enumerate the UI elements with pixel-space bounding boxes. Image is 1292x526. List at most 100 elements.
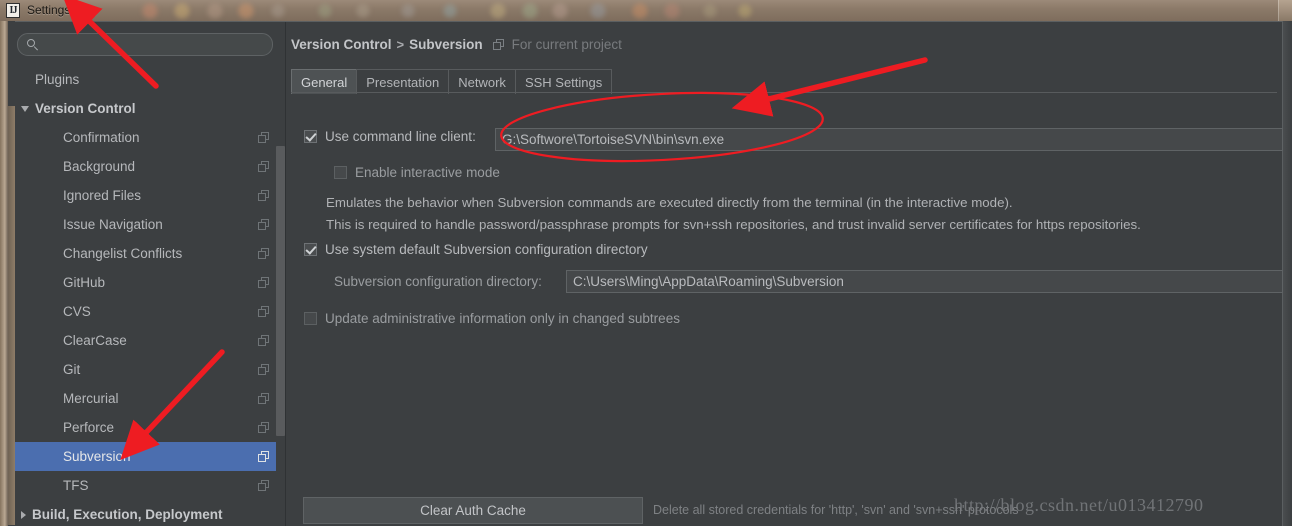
sidebar-item-clearcase[interactable]: ClearCase	[15, 326, 285, 355]
chevron-down-icon[interactable]	[21, 106, 29, 112]
copy-settings-icon[interactable]	[258, 480, 269, 491]
desktop-blur-backdrop	[120, 0, 880, 21]
window-frame-right	[1282, 21, 1292, 526]
interactive-mode-description-line-2: This is required to handle password/pass…	[326, 217, 1141, 232]
breadcrumb-current: Subversion	[409, 37, 483, 52]
copy-settings-icon[interactable]	[258, 219, 269, 230]
sidebar-item-perforce[interactable]: Perforce	[15, 413, 285, 442]
use-command-line-client-checkbox[interactable]	[304, 130, 317, 143]
sidebar-item-git[interactable]: Git	[15, 355, 285, 384]
sidebar-item-issue-navigation[interactable]: Issue Navigation	[15, 210, 285, 239]
sidebar-item-changelist-conflicts[interactable]: Changelist Conflicts	[15, 239, 285, 268]
sidebar-item-subversion[interactable]: Subversion	[15, 442, 285, 471]
copy-settings-icon[interactable]	[258, 132, 269, 143]
sidebar-item-cvs[interactable]: CVS	[15, 297, 285, 326]
clear-auth-cache-button[interactable]: Clear Auth Cache	[303, 497, 643, 524]
config-directory-label: Subversion configuration directory:	[334, 274, 542, 289]
sidebar-item-label: Confirmation	[63, 130, 140, 145]
window-frame-left-upper	[8, 21, 15, 106]
enable-interactive-mode-label: Enable interactive mode	[355, 165, 500, 180]
tab-network[interactable]: Network	[448, 69, 516, 94]
use-system-default-config-label: Use system default Subversion configurat…	[325, 242, 648, 257]
use-system-default-config-checkbox[interactable]	[304, 243, 317, 256]
chevron-right-icon[interactable]	[21, 511, 26, 519]
enable-interactive-mode-checkbox[interactable]	[334, 166, 347, 179]
copy-settings-icon[interactable]	[258, 248, 269, 259]
update-admin-info-row[interactable]: Update administrative information only i…	[304, 311, 680, 326]
tab-presentation[interactable]: Presentation	[356, 69, 449, 94]
breadcrumb-separator: >	[397, 37, 405, 52]
copy-settings-icon[interactable]	[258, 422, 269, 433]
sidebar-item-label: Git	[63, 362, 80, 377]
use-command-line-client-label: Use command line client:	[325, 129, 476, 144]
tab-general[interactable]: General	[291, 69, 357, 94]
tab-label: Network	[458, 75, 506, 90]
sidebar-item-label: Subversion	[63, 449, 131, 464]
sidebar-item-github[interactable]: GitHub	[15, 268, 285, 297]
sidebar-item-mercurial[interactable]: Mercurial	[15, 384, 285, 413]
sidebar-item-label: CVS	[63, 304, 91, 319]
config-directory-input[interactable]: C:\Users\Ming\AppData\Roaming\Subversion	[566, 270, 1283, 293]
window-frame-left-outer	[0, 21, 8, 526]
window-titlebar: IJ Settings	[0, 0, 1292, 21]
sidebar-item-label: Mercurial	[63, 391, 119, 406]
tab-ssh-settings[interactable]: SSH Settings	[515, 69, 612, 94]
copy-settings-icon[interactable]	[258, 451, 269, 462]
intellij-idea-icon: IJ	[6, 3, 20, 18]
settings-window: IJ Settings Plugins Version Control Confir…	[0, 0, 1292, 526]
search-box[interactable]	[17, 33, 273, 56]
copy-settings-icon[interactable]	[258, 190, 269, 201]
copy-settings-icon[interactable]	[258, 161, 269, 172]
sidebar-item-label: Ignored Files	[63, 188, 141, 203]
search-input[interactable]	[44, 37, 264, 53]
sidebar-scrollbar-thumb[interactable]	[276, 146, 285, 436]
settings-content-panel: Version Control > Subversion For current…	[286, 22, 1282, 526]
interactive-mode-description-line-1: Emulates the behavior when Subversion co…	[326, 195, 1013, 210]
sidebar-item-label: Issue Navigation	[63, 217, 163, 232]
watermark-url: http://blog.csdn.net/u013412790	[954, 495, 1204, 516]
breadcrumb: Version Control > Subversion For current…	[291, 37, 622, 52]
titlebar-right-edge	[1278, 0, 1292, 21]
sidebar-item-label: Perforce	[63, 420, 114, 435]
sidebar-item-label: Changelist Conflicts	[63, 246, 182, 261]
sidebar-item-build-execution-deployment[interactable]: Build, Execution, Deployment	[15, 500, 285, 526]
update-admin-info-checkbox[interactable]	[304, 312, 317, 325]
sidebar-item-plugins[interactable]: Plugins	[15, 65, 285, 94]
settings-category-tree: Plugins Version Control Confirmation Backgr…	[15, 65, 285, 526]
breadcrumb-parent[interactable]: Version Control	[291, 37, 392, 52]
window-title: Settings	[27, 3, 70, 17]
tabstrip-underline	[291, 92, 1277, 93]
search-field-wrapper	[17, 33, 273, 56]
sidebar-item-label: Background	[63, 159, 135, 174]
sidebar-item-label: Build, Execution, Deployment	[32, 507, 223, 522]
copy-settings-icon[interactable]	[258, 306, 269, 317]
breadcrumb-scope-label: For current project	[512, 37, 622, 52]
sidebar-item-version-control[interactable]: Version Control	[15, 94, 285, 123]
use-command-line-client-row[interactable]: Use command line client:	[304, 129, 476, 144]
sidebar-item-label: ClearCase	[63, 333, 127, 348]
use-system-default-config-row[interactable]: Use system default Subversion configurat…	[304, 242, 648, 257]
tab-label: SSH Settings	[525, 75, 602, 90]
sidebar-item-background[interactable]: Background	[15, 152, 285, 181]
sidebar-item-label: Plugins	[35, 72, 79, 87]
command-line-client-path-input[interactable]: G:\Softwore\TortoiseSVN\bin\svn.exe	[495, 128, 1283, 151]
sidebar-item-label: Version Control	[35, 101, 136, 116]
copy-settings-icon[interactable]	[258, 335, 269, 346]
copy-settings-icon[interactable]	[258, 393, 269, 404]
sidebar-item-tfs[interactable]: TFS	[15, 471, 285, 500]
copy-settings-icon[interactable]	[258, 364, 269, 375]
project-scope-icon	[493, 39, 504, 50]
enable-interactive-mode-row[interactable]: Enable interactive mode	[334, 165, 500, 180]
settings-tabstrip: General Presentation Network SSH Settings	[291, 68, 611, 94]
update-admin-info-label: Update administrative information only i…	[325, 311, 680, 326]
sidebar-item-confirmation[interactable]: Confirmation	[15, 123, 285, 152]
search-icon	[27, 39, 39, 51]
copy-settings-icon[interactable]	[258, 277, 269, 288]
settings-sidebar: Plugins Version Control Confirmation Backgr…	[15, 22, 285, 526]
tab-label: General	[301, 75, 347, 90]
window-frame-left-lower	[8, 106, 15, 525]
sidebar-item-label: GitHub	[63, 275, 105, 290]
tab-label: Presentation	[366, 75, 439, 90]
sidebar-item-label: TFS	[63, 478, 89, 493]
sidebar-item-ignored-files[interactable]: Ignored Files	[15, 181, 285, 210]
